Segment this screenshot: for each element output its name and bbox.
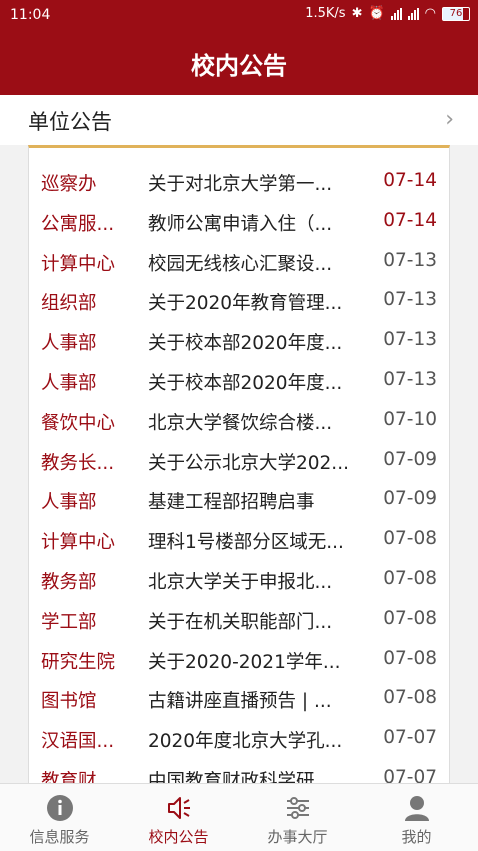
cell-signal-icon: [390, 7, 402, 20]
notice-list: 巡察办 关于对北京大学第一... 07-14 公寓服... 教师公寓申请入住（... 07…: [28, 145, 450, 785]
notice-date: 07-14: [383, 170, 437, 191]
notice-row[interactable]: 人事部 基建工程部招聘启事 07-09: [29, 480, 449, 520]
cell-signal-2-icon: [407, 7, 419, 20]
notice-title: 北京大学关于申报北...: [148, 572, 333, 593]
battery-level: 76: [449, 7, 463, 19]
notice-department: 学工部: [41, 611, 97, 633]
notice-row[interactable]: 人事部 关于校本部2020年度... 07-13: [29, 321, 449, 361]
notice-department: 人事部: [41, 492, 97, 514]
notice-title: 关于2020年教育管理...: [148, 293, 343, 315]
notice-date: 07-13: [383, 289, 437, 311]
notice-date: 07-09: [383, 488, 437, 510]
notice-date: 07-08: [383, 687, 437, 709]
notice-row[interactable]: 组织部 关于2020年教育管理... 07-13: [29, 281, 449, 321]
tab-label: 校内公告: [148, 828, 209, 846]
bluetooth-icon: ✱: [351, 6, 363, 21]
tab-label: 信息服务: [29, 828, 90, 846]
notice-department: 人事部: [41, 333, 97, 355]
notice-row[interactable]: 汉语国... 2020年度北京大学孔... 07-07: [29, 719, 449, 759]
notice-department: 人事部: [41, 373, 97, 394]
sliders-icon: [287, 797, 309, 819]
notice-date: 07-08: [383, 607, 437, 629]
alarm-icon: ⏰: [368, 6, 385, 21]
unit-notices-section[interactable]: 单位公告 ›: [0, 95, 478, 145]
tab-service-hall[interactable]: 办事大厅: [238, 784, 357, 851]
status-bar: 11:04 1.5K/s ✱ ⏰ ◠ 76: [0, 0, 478, 30]
notice-row[interactable]: 巡察办 关于对北京大学第一... 07-14: [29, 162, 449, 202]
notice-department: 研究生院: [41, 651, 116, 673]
notice-title: 北京大学餐饮综合楼...: [148, 412, 333, 434]
notice-title: 教师公寓申请入住（...: [148, 213, 333, 235]
notice-date: 07-08: [383, 568, 437, 589]
status-time: 11:04: [10, 7, 51, 23]
section-label: 单位公告: [28, 110, 112, 134]
tab-label: 办事大厅: [267, 828, 328, 846]
page-title: 校内公告: [191, 52, 287, 80]
notice-title: 理科1号楼部分区域无...: [148, 532, 344, 554]
info-icon: [47, 795, 73, 821]
notice-title: 关于校本部2020年度...: [148, 333, 343, 355]
notice-department: 组织部: [41, 293, 97, 315]
notice-title: 校园无线核心汇聚设...: [148, 253, 333, 275]
bottom-tab-bar: 信息服务 校内公告 办事大厅 我的: [0, 783, 478, 851]
notice-title: 关于对北京大学第一...: [148, 174, 333, 195]
notice-department: 汉语国...: [41, 731, 115, 753]
notice-department: 教务长...: [41, 452, 115, 474]
battery-icon: 76: [442, 6, 470, 21]
notice-row[interactable]: 计算中心 理科1号楼部分区域无... 07-08: [29, 520, 449, 560]
notice-title: 古籍讲座直播预告 | ...: [148, 691, 332, 713]
notice-department: 图书馆: [41, 691, 97, 713]
notice-row[interactable]: 教务长... 关于公示北京大学202... 07-09: [29, 441, 449, 481]
notice-row[interactable]: 人事部 关于校本部2020年度... 07-13: [29, 361, 449, 401]
tab-mine[interactable]: 我的: [357, 784, 476, 851]
network-speed: 1.5K/s: [305, 6, 346, 21]
tab-campus-notices[interactable]: 校内公告: [119, 784, 238, 851]
notice-row[interactable]: 图书馆 古籍讲座直播预告 | ... 07-08: [29, 679, 449, 719]
notice-title: 关于校本部2020年度...: [148, 373, 343, 394]
notice-row[interactable]: 计算中心 校园无线核心汇聚设... 07-13: [29, 242, 449, 282]
notice-date: 07-13: [383, 369, 437, 390]
tab-label: 我的: [401, 828, 432, 846]
notice-date: 07-08: [383, 528, 437, 550]
notice-department: 巡察办: [41, 174, 97, 195]
notice-row[interactable]: 学工部 关于在机关职能部门... 07-08: [29, 600, 449, 640]
notice-row[interactable]: 研究生院 关于2020-2021学年... 07-08: [29, 640, 449, 680]
notice-date: 07-10: [383, 408, 437, 430]
notice-department: 计算中心: [41, 253, 116, 275]
notice-date: 07-13: [383, 329, 437, 351]
notice-title: 关于在机关职能部门...: [148, 611, 333, 633]
notice-row[interactable]: 教育财 中国教育财政科学研 07-07: [29, 759, 449, 785]
notice-department: 公寓服...: [41, 213, 115, 235]
notice-date: 07-07: [383, 727, 437, 749]
wifi-icon: ◠: [424, 6, 436, 21]
notice-date: 07-14: [383, 209, 437, 231]
status-indicators: 1.5K/s ✱ ⏰ ◠ 76: [305, 6, 470, 21]
notice-date: 07-09: [383, 448, 437, 470]
notice-title: 基建工程部招聘启事: [148, 492, 315, 514]
notice-department: 计算中心: [41, 532, 116, 554]
notice-date: 07-13: [383, 249, 437, 271]
notice-title: 2020年度北京大学孔...: [148, 731, 343, 753]
notice-row[interactable]: 餐饮中心 北京大学餐饮综合楼... 07-10: [29, 401, 449, 441]
chevron-right-icon[interactable]: ›: [445, 107, 454, 132]
notice-row[interactable]: 教务部 北京大学关于申报北... 07-08: [29, 560, 449, 600]
app-header: 校内公告: [0, 30, 478, 95]
tab-info-services[interactable]: 信息服务: [0, 784, 119, 851]
user-icon: [405, 796, 429, 821]
notice-department: 餐饮中心: [41, 412, 116, 434]
notice-title: 关于2020-2021学年...: [148, 651, 341, 673]
notice-department: 教务部: [41, 572, 97, 593]
notice-row[interactable]: 公寓服... 教师公寓申请入住（... 07-14: [29, 202, 449, 242]
notice-date: 07-08: [383, 647, 437, 669]
speaker-icon: [168, 797, 190, 819]
notice-title: 关于公示北京大学202...: [148, 452, 349, 474]
